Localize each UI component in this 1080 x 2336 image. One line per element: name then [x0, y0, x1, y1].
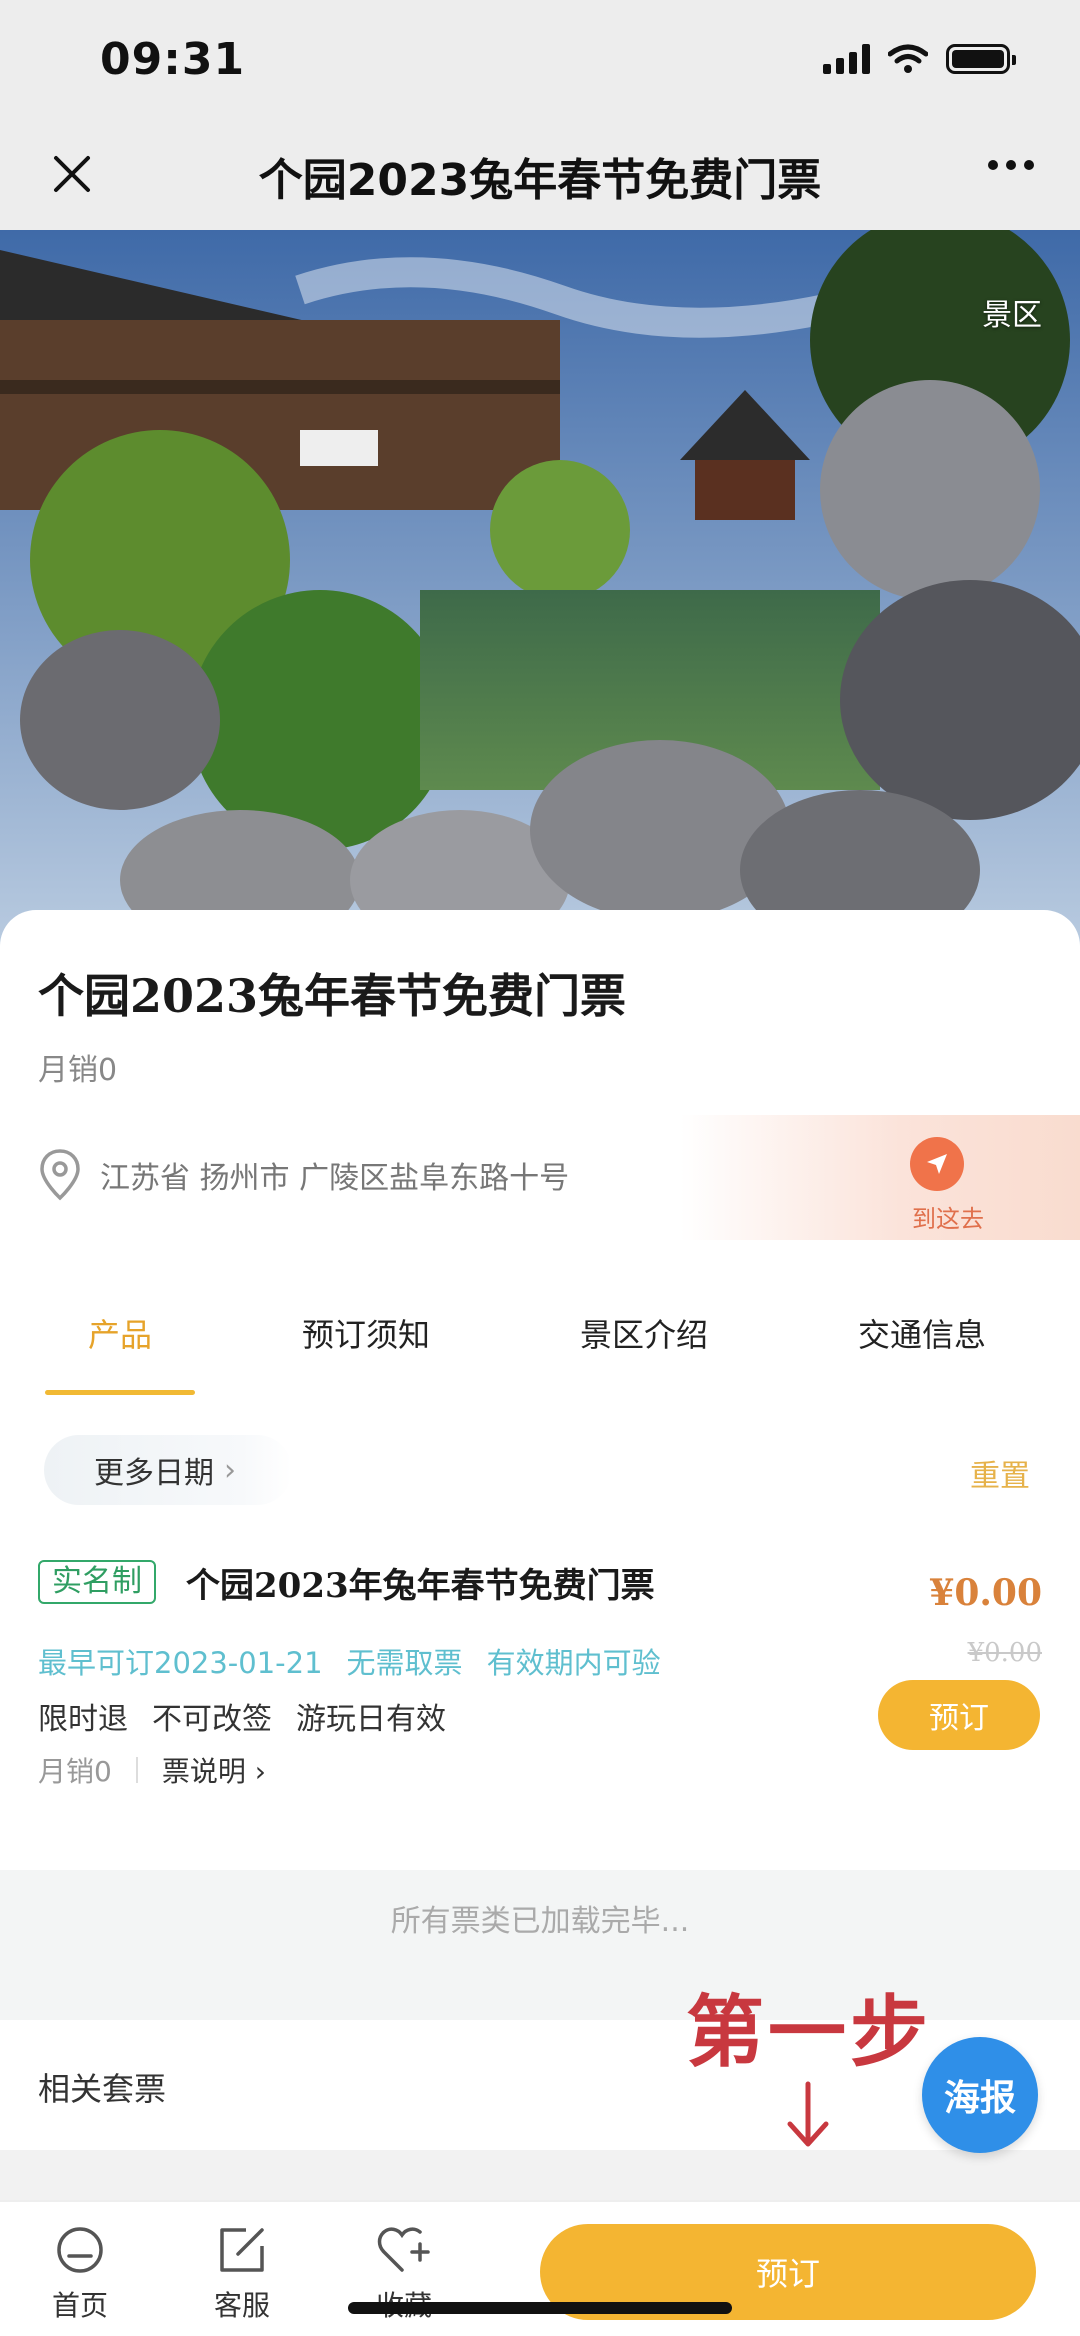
monthly-sales: 月销0	[38, 1053, 118, 1088]
address-text: 江苏省 扬州市 广陵区盐阜东路十号	[100, 1161, 570, 1196]
bottom-bar: 首页 客服 收藏 预订	[0, 2200, 1080, 2336]
ticket-book-button[interactable]: 预订	[878, 1680, 1040, 1750]
chevron-right-icon: ›	[224, 1452, 236, 1488]
product-title: 个园2023兔年春节免费门票	[38, 969, 627, 1023]
status-bar: 09:31	[0, 0, 1080, 120]
ticket-original-price: ¥0.00	[967, 1638, 1042, 1668]
ticket-rule-tags: 限时退 不可改签 游玩日有效	[38, 1694, 446, 1738]
real-name-badge: 实名制	[38, 1560, 156, 1604]
ticket-note-link[interactable]: 票说明 ›	[162, 1750, 266, 1790]
page-title: 个园2023兔年春节免费门票	[258, 155, 822, 206]
service-tab[interactable]: 客服	[192, 2224, 292, 2324]
poster-button[interactable]: 海报	[922, 2037, 1038, 2153]
tag-earliest-date: 最早可订2023-01-21	[38, 1646, 323, 1680]
battery-icon	[946, 44, 1016, 74]
reset-button[interactable]: 重置	[970, 1451, 1030, 1495]
hero-image[interactable]: 景区	[0, 230, 1080, 950]
service-label: 客服	[213, 2289, 270, 2322]
ticket-note-label: 票说明	[161, 1755, 246, 1788]
ticket-title[interactable]: 个园2023年兔年春节免费门票	[186, 1558, 655, 1607]
tag-no-change: 不可改签	[152, 1702, 272, 1737]
home-icon	[57, 2227, 103, 2273]
ticket-item: 实名制 个园2023年兔年春节免费门票 ¥0.00 ¥0.00 最早可订2023…	[0, 1560, 1080, 1800]
hero-tag[interactable]: 景区	[982, 290, 1042, 334]
tab-bar: 产品 预订须知 景区介绍 交通信息	[0, 1310, 1080, 1400]
ticket-price: ¥0.00	[929, 1572, 1042, 1614]
ticket-info-tags: 最早可订2023-01-21 无需取票 有效期内可验	[38, 1640, 661, 1682]
address-row[interactable]: 江苏省 扬州市 广陵区盐阜东路十号	[38, 1140, 1038, 1210]
tab-booking-notes[interactable]: 预订须知	[302, 1310, 430, 1356]
tab-products[interactable]: 产品	[88, 1310, 152, 1356]
heart-plus-icon	[377, 2227, 430, 2272]
divider	[135, 1757, 138, 1783]
location-pin-icon	[40, 1149, 80, 1201]
wifi-icon	[888, 44, 928, 73]
tag-refund: 限时退	[38, 1702, 128, 1737]
arrow-down-icon	[787, 2081, 829, 2147]
tag-visit-day: 游玩日有效	[296, 1702, 446, 1737]
date-filter-row: 更多日期 › 重置	[0, 1435, 1080, 1505]
step-annotation: 第一步	[686, 1988, 933, 2078]
chevron-right-icon: ›	[254, 1755, 266, 1788]
related-packages-label: 相关套票	[38, 2070, 167, 2108]
tab-active-indicator	[45, 1390, 195, 1395]
home-label: 首页	[51, 2289, 108, 2322]
ticket-meta-row: 月销0 票说明 ›	[38, 1750, 266, 1790]
edit-icon	[220, 2228, 264, 2272]
tag-no-pickup: 无需取票	[346, 1646, 463, 1680]
more-icon[interactable]	[988, 160, 1034, 170]
signal-icon	[823, 44, 870, 74]
nav-bar: 个园2023兔年春节免费门票	[0, 120, 1080, 230]
tab-scenic-intro[interactable]: 景区介绍	[580, 1310, 708, 1356]
product-card: 个园2023兔年春节免费门票 月销0 到这去 江苏省 扬州市 广陵区盐阜东路十号…	[0, 910, 1080, 1870]
ticket-sales: 月销0	[38, 1755, 112, 1788]
loaded-text: 所有票类已加载完毕...	[390, 1904, 690, 1939]
tag-valid-period: 有效期内可验	[486, 1646, 661, 1680]
more-dates-label: 更多日期	[94, 1456, 214, 1491]
status-icons	[823, 44, 1016, 74]
home-indicator[interactable]	[348, 2302, 732, 2314]
more-dates-button[interactable]: 更多日期 ›	[44, 1435, 292, 1505]
tab-transport-info[interactable]: 交通信息	[858, 1310, 986, 1356]
status-time: 09:31	[100, 34, 246, 85]
home-tab[interactable]: 首页	[30, 2224, 130, 2324]
